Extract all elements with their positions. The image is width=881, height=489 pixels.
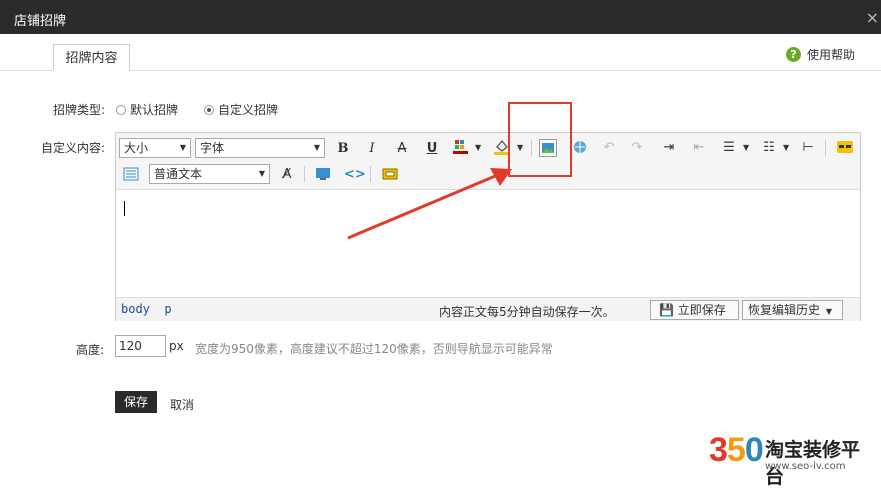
ordered-list-icon[interactable]: ☷ [760, 139, 778, 157]
path-body[interactable]: body [121, 302, 150, 316]
undo-icon[interactable]: ↶ [600, 139, 618, 157]
text-color-icon[interactable] [452, 138, 470, 156]
radio-custom-sign[interactable]: 自定义招牌 [204, 101, 278, 118]
sign-type-label: 招牌类型: [53, 103, 106, 117]
italic-button[interactable]: I [363, 140, 381, 158]
window-title: 店铺招牌 [14, 14, 67, 29]
toolbar-divider [825, 140, 826, 156]
underline-button[interactable]: U [423, 140, 441, 158]
radio-custom-label: 自定义招牌 [218, 103, 279, 117]
ordered-list-dropdown[interactable]: ▼ [783, 143, 789, 152]
clear-format-icon[interactable]: A̸ [278, 166, 296, 184]
bold-button[interactable]: B [334, 140, 352, 158]
font-size-value: 大小 [124, 141, 149, 155]
outdent-icon[interactable]: ⇤ [690, 139, 708, 157]
unordered-list-dropdown[interactable]: ▼ [743, 143, 749, 152]
radio-default-label: 默认招牌 [130, 103, 179, 117]
tab-sign-content[interactable]: 招牌内容 [53, 44, 130, 71]
watermark-logo: 350 淘宝装修平台 www.seo-lv.com [709, 431, 875, 488]
tab-divider [0, 70, 881, 71]
paragraph-format-icon[interactable] [122, 166, 140, 184]
unordered-list-icon[interactable]: ☰ [720, 139, 738, 157]
font-family-value: 字体 [200, 141, 225, 155]
editor-status-bar: body p 内容正文每5分钟自动保存一次。 💾 立即保存 恢复编辑历史 ▼ [116, 297, 860, 321]
watermark-url: www.seo-lv.com [765, 461, 846, 472]
autosave-note: 内容正文每5分钟自动保存一次。 [439, 305, 615, 319]
save-now-label: 立即保存 [677, 303, 726, 317]
help-label: 使用帮助 [806, 48, 855, 62]
close-icon[interactable]: × [866, 8, 879, 27]
redo-icon[interactable]: ↷ [628, 139, 646, 157]
save-now-button[interactable]: 💾 立即保存 [650, 300, 739, 320]
restore-history-label: 恢复编辑历史 [748, 303, 821, 317]
paragraph-style-value: 普通文本 [154, 167, 203, 181]
toolbar-divider [304, 166, 305, 182]
height-hint: 宽度为950像素，高度建议不超过120像素，否则导航显示可能异常 [195, 342, 553, 356]
save-button[interactable]: 保存 [115, 391, 157, 413]
paragraph-style-select[interactable]: 普通文本 ▼ [149, 164, 270, 184]
radio-button-selected[interactable] [204, 104, 214, 115]
insert-link-icon[interactable] [571, 139, 589, 157]
element-path: body p [121, 302, 172, 316]
help-icon: ? [785, 47, 801, 62]
watermark-number: 350 [709, 431, 764, 469]
radio-button[interactable] [116, 104, 126, 115]
chevron-down-icon: ▼ [825, 307, 832, 316]
font-family-select[interactable]: 字体 ▼ [195, 138, 325, 158]
path-p[interactable]: p [164, 302, 171, 316]
height-label: 高度: [76, 343, 105, 357]
help-link[interactable]: ? 使用帮助 [785, 46, 855, 63]
radio-default-sign[interactable]: 默认招牌 [116, 101, 178, 118]
custom-content-label: 自定义内容: [41, 141, 106, 155]
indent-icon[interactable]: ⇥ [660, 139, 678, 157]
insert-media-icon[interactable] [314, 166, 332, 184]
horizontal-rule-icon[interactable]: ⊢ [799, 139, 817, 157]
restore-history-button[interactable]: 恢复编辑历史 ▼ [742, 300, 843, 320]
font-size-select[interactable]: 大小 ▼ [119, 138, 191, 158]
text-cursor [124, 201, 125, 216]
preview-icon[interactable] [836, 139, 854, 157]
title-bar: 店铺招牌 × [0, 0, 881, 34]
annotation-arrow-icon [347, 168, 512, 240]
text-color-dropdown[interactable]: ▼ [475, 143, 481, 152]
strikethrough-button[interactable]: A [393, 140, 411, 158]
height-unit: px [169, 339, 184, 353]
save-disk-icon: 💾 [659, 303, 674, 317]
cancel-button[interactable]: 取消 [170, 396, 194, 413]
height-input[interactable]: 120 [115, 335, 166, 357]
